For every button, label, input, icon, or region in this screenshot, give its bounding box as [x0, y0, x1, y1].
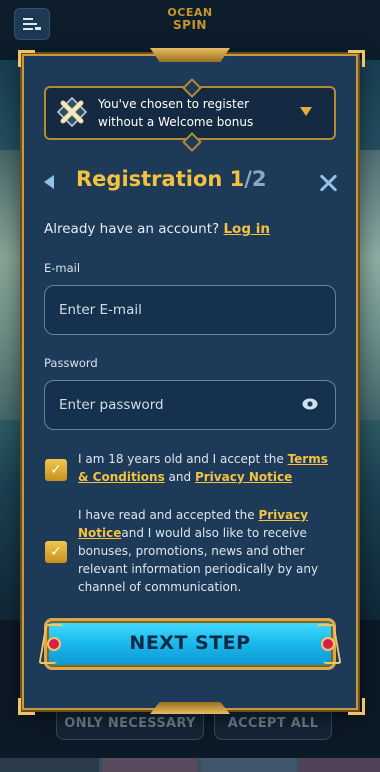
- email-field[interactable]: [44, 285, 336, 335]
- next-step-label: NEXT STEP: [129, 632, 251, 654]
- game-thumbnails-strip: [0, 758, 380, 772]
- ocean-spin-logo[interactable]: OCEAN SPIN: [160, 6, 220, 42]
- modal-corner-ornament: [18, 50, 35, 67]
- privacy-notice-link[interactable]: Privacy Notice: [195, 470, 292, 484]
- registration-title-total: /2: [244, 167, 267, 191]
- modal-bottom-ornament: [150, 702, 230, 714]
- marketing-consent-checkbox[interactable]: ✓: [45, 541, 67, 563]
- menu-lines-icon: [23, 18, 41, 30]
- background-promo-right: [356, 150, 380, 420]
- consent1-and: and: [168, 470, 192, 484]
- registration-title: Registration 1/2: [76, 167, 267, 191]
- age-terms-checkbox[interactable]: ✓: [45, 459, 67, 481]
- checkmark-icon: ✓: [50, 462, 62, 478]
- consent2-text: I have read and accepted the: [78, 508, 255, 522]
- password-field[interactable]: [44, 380, 336, 430]
- next-step-button[interactable]: NEXT STEP: [38, 618, 342, 670]
- crossed-swords-badge-icon: [56, 96, 88, 128]
- consent1-text: I am 18 years old and I accept the: [78, 452, 284, 466]
- modal-top-ornament: [150, 48, 230, 62]
- modal-corner-ornament: [348, 698, 365, 715]
- marketing-consent: I have read and accepted the Privacy Not…: [78, 506, 336, 596]
- background-promo-left: [0, 150, 24, 420]
- back-arrow-icon[interactable]: [44, 175, 54, 189]
- logo-line-2: SPIN: [173, 18, 207, 32]
- modal-corner-ornament: [18, 698, 35, 715]
- registration-title-step: Registration 1: [76, 167, 245, 191]
- age-terms-consent: I am 18 years old and I accept the Terms…: [78, 450, 336, 486]
- password-label: Password: [44, 356, 98, 370]
- close-icon[interactable]: [317, 171, 341, 195]
- login-prompt-text: Already have an account?: [44, 221, 220, 237]
- modal-corner-ornament: [348, 50, 365, 67]
- bonus-banner-text: You've chosen to register without a Welc…: [98, 97, 254, 129]
- checkmark-icon: ✓: [50, 544, 62, 560]
- chevron-down-icon[interactable]: [300, 107, 312, 116]
- accept-all-button[interactable]: ACCEPT ALL: [214, 706, 332, 740]
- login-link[interactable]: Log in: [223, 221, 269, 237]
- login-prompt: Already have an account? Log in: [44, 221, 270, 237]
- email-label: E-mail: [44, 261, 81, 275]
- show-password-eye-icon[interactable]: [302, 398, 318, 410]
- menu-button[interactable]: [14, 8, 50, 40]
